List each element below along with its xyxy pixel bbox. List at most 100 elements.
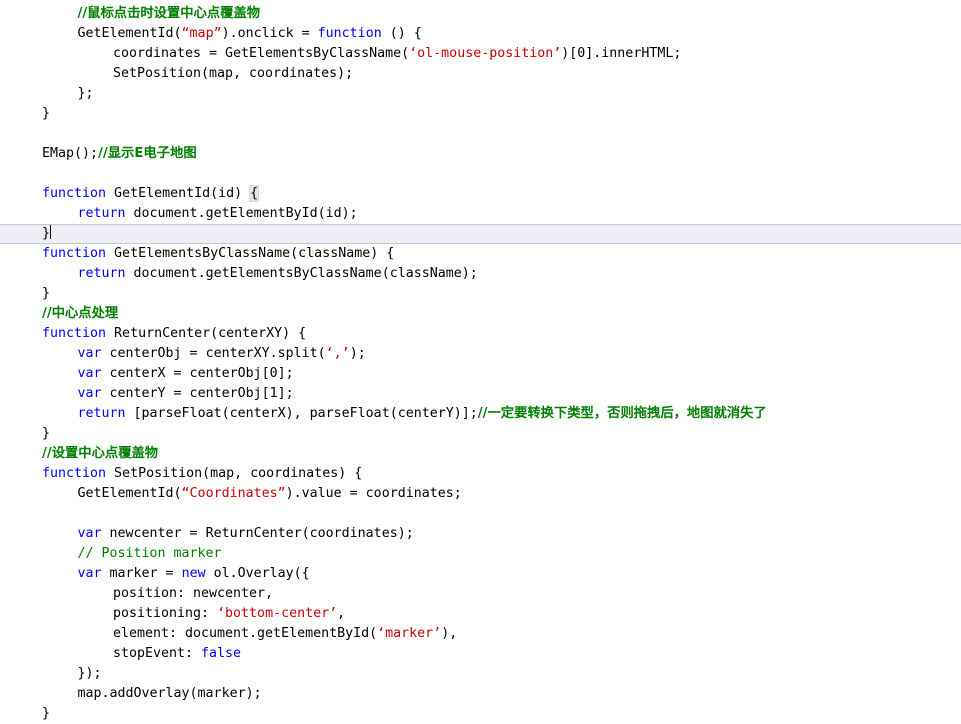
code-text: )[0].innerHTML; [561,46,682,61]
code-text: stopEvent: [112,646,202,661]
code-text: GetElementId( [77,26,182,41]
code-keyword: function [42,326,107,341]
code-comment: //鼠标点击时设置中心点覆盖物 [77,6,261,21]
code-text: position: newcenter, [112,586,274,601]
code-text: ol.Overlay({ [205,566,310,581]
code-text: } [42,226,51,241]
code-text: coordinates = GetElementsByClassName( [112,46,410,61]
code-line[interactable] [0,164,961,184]
code-keyword: var [77,386,102,401]
code-line[interactable]: function SetPosition(map, coordinates) { [0,464,961,484]
code-text: } [42,426,51,441]
code-text: marker = [101,566,182,581]
code-line[interactable] [0,124,961,144]
code-line[interactable]: var centerY = centerObj[1]; [0,384,961,404]
code-line[interactable]: function ReturnCenter(centerXY) { [0,324,961,344]
code-line[interactable]: return document.getElementById(id); [0,204,961,224]
code-editor-surface[interactable]: //鼠标点击时设置中心点覆盖物 GetElementId(“map”).oncli… [0,0,961,721]
code-text: } [42,106,51,121]
code-line[interactable]: var centerX = centerObj[0]; [0,364,961,384]
code-line[interactable]: position: newcenter, [0,584,961,604]
code-line[interactable]: } [0,284,961,304]
code-line[interactable]: } [0,104,961,124]
code-comment: // Position marker [77,546,222,561]
code-keyword: function [42,186,107,201]
code-text: , [337,606,346,621]
code-text: SetPosition(map, coordinates) { [106,466,363,481]
code-text: map.addOverlay(marker); [77,686,262,701]
code-line[interactable]: //鼠标点击时设置中心点覆盖物 [0,4,961,24]
code-text: centerX = centerObj[0]; [101,366,294,381]
code-line[interactable]: }; [0,84,961,104]
code-text: }; [77,86,94,101]
code-text: SetPosition(map, coordinates); [112,66,354,81]
code-text: } [42,706,51,721]
code-text: positioning: [112,606,218,621]
code-comment: //设置中心点覆盖物 [42,446,159,461]
code-text: ).value = coordinates; [285,486,462,501]
code-line[interactable]: coordinates = GetElementsByClassName(‘ol… [0,44,961,64]
code-line[interactable]: var newcenter = ReturnCenter(coordinates… [0,524,961,544]
code-keyword: return [77,406,126,421]
code-text: document.getElementById(id); [125,206,358,221]
code-line[interactable]: function GetElementId(id) { [0,184,961,204]
code-comment: //显示E电子地图 [98,146,197,161]
code-line[interactable]: //中心点处理 [0,304,961,324]
code-line[interactable]: } [0,704,961,724]
code-keyword: function [42,466,107,481]
code-line[interactable]: }); [0,664,961,684]
code-line[interactable]: return [parseFloat(centerX), parseFloat(… [0,404,961,424]
code-text: element: document.getElementById( [112,626,378,641]
code-keyword: false [201,646,242,661]
code-keyword: function [317,26,382,41]
code-line[interactable]: map.addOverlay(marker); [0,684,961,704]
code-text: EMap(); [42,146,99,161]
code-text: GetElementId(id) [106,186,251,201]
code-line[interactable]: positioning: ‘bottom-center’, [0,604,961,624]
code-comment: //一定要转换下类型，否则拖拽后，地图就消失了 [477,406,767,421]
code-line[interactable]: element: document.getElementById(‘marker… [0,624,961,644]
code-keyword: var [77,346,102,361]
code-line[interactable]: EMap();//显示E电子地图 [0,144,961,164]
code-line-current[interactable]: } [0,224,961,244]
code-line[interactable]: SetPosition(map, coordinates); [0,64,961,84]
code-string: ‘ol-mouse-position’ [409,46,562,61]
code-line[interactable]: // Position marker [0,544,961,564]
text-caret [50,225,52,239]
code-string: ‘,’ [325,346,350,361]
code-text: document.getElementsByClassName(classNam… [125,266,478,281]
code-line[interactable]: } [0,424,961,444]
code-keyword: function [42,246,107,261]
code-text: ).onclick = [221,26,318,41]
code-text: ReturnCenter(centerXY) { [106,326,307,341]
code-line[interactable]: stopEvent: false [0,644,961,664]
code-line[interactable]: //设置中心点覆盖物 [0,444,961,464]
code-line[interactable] [0,504,961,524]
code-string: ‘marker’ [377,626,442,641]
code-string: “map” [181,26,222,41]
code-string: “Coordinates” [181,486,286,501]
code-string: ‘bottom-center’ [217,606,338,621]
code-line[interactable]: GetElementId(“map”).onclick = function (… [0,24,961,44]
code-text: }); [77,666,102,681]
code-keyword: var [77,566,102,581]
code-keyword: new [181,566,206,581]
code-line[interactable]: function GetElementsByClassName(classNam… [0,244,961,264]
code-keyword: var [77,526,102,541]
code-line[interactable]: GetElementId(“Coordinates”).value = coor… [0,484,961,504]
code-text: newcenter = ReturnCenter(coordinates); [101,526,414,541]
code-text: ), [441,626,458,641]
code-line[interactable]: return document.getElementsByClassName(c… [0,264,961,284]
code-keyword: var [77,366,102,381]
brace-match-highlight: { [249,185,260,202]
code-line[interactable]: var marker = new ol.Overlay({ [0,564,961,584]
code-text: centerY = centerObj[1]; [101,386,294,401]
code-text: } [42,286,51,301]
code-text: ); [349,346,366,361]
code-line[interactable]: var centerObj = centerXY.split(‘,’); [0,344,961,364]
code-text: GetElementId( [77,486,182,501]
code-keyword: return [77,206,126,221]
code-text: [parseFloat(centerX), parseFloat(centerY… [125,406,478,421]
code-text: centerObj = centerXY.split( [101,346,326,361]
code-keyword: return [77,266,126,281]
